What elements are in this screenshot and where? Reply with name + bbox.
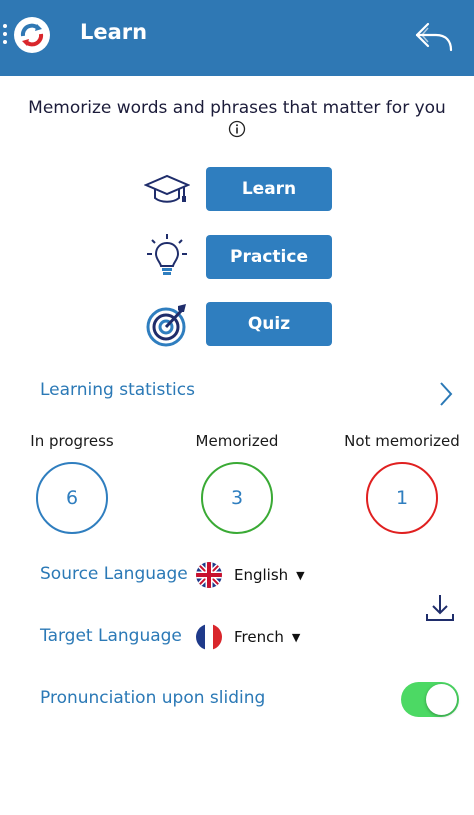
- graduation-cap-icon: [144, 174, 190, 203]
- pronunciation-toggle[interactable]: [401, 682, 459, 717]
- chevron-right-icon: [440, 382, 453, 406]
- toggle-knob: [426, 684, 457, 715]
- target-icon: [146, 304, 186, 347]
- uk-flag-icon: [196, 562, 222, 588]
- quiz-button[interactable]: Quiz: [206, 302, 332, 346]
- quiz-row: Quiz: [0, 302, 474, 348]
- learn-button[interactable]: Learn: [206, 167, 332, 211]
- stat-circle: 1: [366, 462, 438, 534]
- caret-down-icon: ▼: [291, 631, 301, 644]
- learning-statistics-label: Learning statistics: [40, 380, 195, 400]
- info-icon[interactable]: [228, 120, 246, 138]
- stat-label: In progress: [30, 432, 114, 450]
- target-language-label: Target Language: [40, 626, 182, 646]
- app-header: Learn: [0, 0, 474, 76]
- stat-in-progress[interactable]: In progress 6: [2, 432, 142, 534]
- practice-row: Practice: [0, 234, 474, 281]
- page-title: Learn: [80, 20, 148, 44]
- source-language-label: Source Language: [40, 564, 188, 584]
- target-language-select[interactable]: French ▼: [234, 628, 300, 646]
- target-language-value: French: [234, 628, 284, 646]
- caret-down-icon: ▼: [296, 569, 305, 582]
- pronunciation-label: Pronunciation upon sliding: [40, 688, 266, 708]
- france-flag-icon: [196, 624, 222, 650]
- stat-label: Memorized: [195, 432, 279, 450]
- lightbulb-icon: [147, 234, 187, 275]
- download-icon[interactable]: [424, 592, 456, 624]
- stat-circle: 6: [36, 462, 108, 534]
- back-arrow-icon[interactable]: [414, 20, 454, 54]
- stat-memorized[interactable]: Memorized 3: [167, 432, 307, 534]
- stat-label: Not memorized: [344, 432, 460, 450]
- learning-statistics-link[interactable]: Learning statistics: [40, 380, 460, 408]
- learn-row: Learn: [0, 167, 474, 213]
- source-language-select[interactable]: English ▼: [234, 566, 305, 584]
- stat-not-memorized[interactable]: Not memorized 1: [332, 432, 472, 534]
- menu-icon[interactable]: [3, 24, 9, 48]
- tagline-text: Memorize words and phrases that matter f…: [28, 98, 446, 118]
- source-language-value: English: [234, 566, 289, 584]
- app-logo-icon: [14, 17, 50, 53]
- practice-button[interactable]: Practice: [206, 235, 332, 279]
- stat-circle: 3: [201, 462, 273, 534]
